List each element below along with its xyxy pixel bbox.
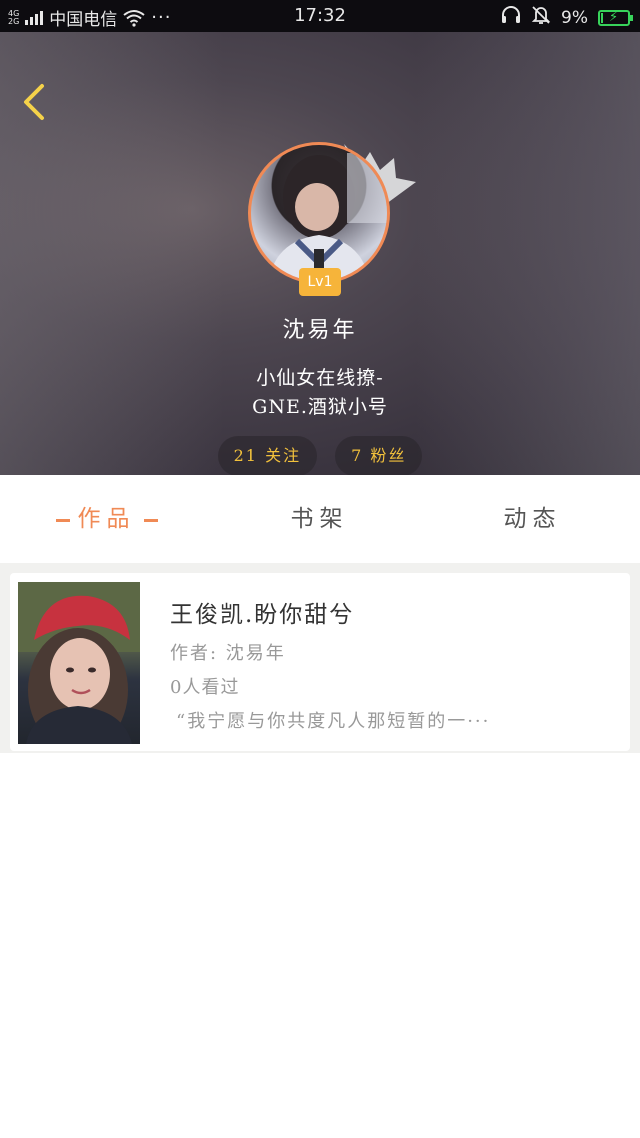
tab-works-label: 作品 — [77, 506, 136, 532]
work-card[interactable]: 王俊凯.盼你甜兮 作者: 沈易年 0人看过 “我宁愿与你共度凡人那短暂的一··· — [10, 573, 630, 751]
tab-activity-label: 动态 — [503, 506, 562, 532]
avatar[interactable] — [248, 142, 390, 284]
profile-bio-line2: GNE.酒狱小号 — [252, 396, 388, 418]
status-bar: 4G 2G 中国电信 ··· 17:32 9% ⚡ — [0, 0, 640, 32]
profile-stats: 21 关注 7 粉丝 — [0, 436, 640, 475]
battery-percent: 9% — [561, 7, 588, 28]
status-right: 9% ⚡ — [501, 5, 633, 30]
avatar-image — [248, 142, 390, 284]
work-view-count: 0人看过 — [170, 677, 240, 698]
back-button[interactable] — [18, 80, 50, 124]
tab-bookshelf-label: 书架 — [290, 506, 349, 532]
work-author: 作者: 沈易年 — [170, 643, 286, 664]
chevron-left-icon — [24, 84, 44, 120]
profile-header: Lv1 沈易年 小仙女在线撩- GNE.酒狱小号 21 关注 7 粉丝 — [0, 32, 640, 475]
level-badge: Lv1 — [299, 268, 341, 296]
tab-bookshelf[interactable]: 书架 — [213, 475, 426, 563]
profile-nickname: 沈易年 — [282, 318, 358, 343]
tab-active-indicator-right — [143, 518, 158, 522]
profile-tabs: 作品 书架 动态 — [0, 475, 640, 563]
followers-button[interactable]: 7 粉丝 — [335, 436, 423, 475]
battery-charging-icon: ⚡ — [598, 9, 633, 26]
work-cover-image — [18, 582, 140, 744]
bell-off-icon — [531, 5, 551, 30]
headset-icon — [501, 6, 521, 29]
work-excerpt: “我宁愿与你共度凡人那短暂的一··· — [176, 711, 491, 732]
tab-activity[interactable]: 动态 — [426, 475, 639, 563]
profile-bio-line1: 小仙女在线撩- — [256, 367, 384, 389]
tab-works[interactable]: 作品 — [0, 475, 213, 563]
profile-bio: 小仙女在线撩- GNE.酒狱小号 — [0, 364, 640, 422]
tab-active-indicator-left — [55, 518, 70, 522]
following-button[interactable]: 21 关注 — [217, 436, 318, 475]
work-title: 王俊凯.盼你甜兮 — [170, 602, 355, 628]
